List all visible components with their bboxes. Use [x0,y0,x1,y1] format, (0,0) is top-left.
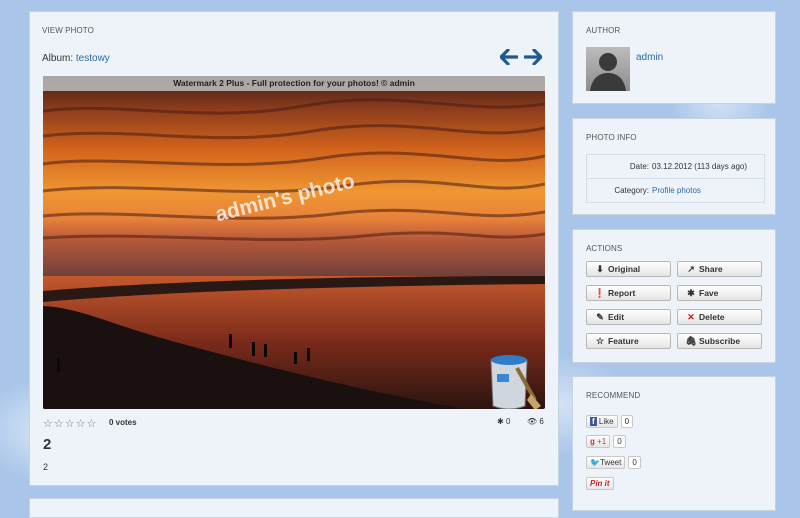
next-photo-arrow-icon[interactable] [523,48,543,66]
feature-label: Feature [608,336,639,346]
author-link[interactable]: admin [636,52,663,63]
share-button[interactable]: ↗ Share [677,261,762,277]
photo-description: 2 [43,462,49,472]
pinterest: Pin it [586,477,614,490]
rating-stars[interactable]: ☆☆☆☆☆ [43,417,97,430]
author-panel: AUTHOR admin [572,11,776,104]
date-row: Date: 03.12.2012 (113 days ago) [587,155,764,179]
edit-label: Edit [608,312,625,322]
twitter-tweet: 🐦Tweet 0 [586,456,641,469]
photo-navigation [497,48,543,67]
feature-button[interactable]: ☆ Feature [586,333,671,349]
subscribe-label: Subscribe [699,336,741,346]
delete-button[interactable]: ✕ Delete [677,309,762,325]
section-title: PHOTO INFO [586,133,637,142]
edit-icon: ✎ [596,312,604,322]
original-button[interactable]: ⬇ Original [586,261,671,277]
share-icon: ↗ [687,264,695,274]
twitter-bird-icon: 🐦 [590,458,600,467]
facebook-icon: f [590,417,597,426]
date-label: Date: [629,162,649,171]
alert-icon: ❗ [594,288,606,298]
section-title: AUTHOR [586,26,621,35]
section-title: ACTIONS [586,244,623,253]
photo-info-panel: PHOTO INFO Date: 03.12.2012 (113 days ago… [572,118,776,215]
avatar[interactable] [586,47,630,91]
pin-it-button[interactable]: Pin it [586,477,614,490]
tweet-label: Tweet [599,458,622,467]
recommend-panel: RECOMMEND f Like 0 g +1 0 🐦Tweet 0 Pin it [572,376,776,511]
view-photo-panel: VIEW PHOTO Album: testowy Watermark 2 Pl… [29,11,559,486]
report-button[interactable]: ❗ Report [586,285,671,301]
fave-button[interactable]: ✱ Fave [677,285,762,301]
views-count: 6 [539,417,544,426]
info-table: Date: 03.12.2012 (113 days ago) Category:… [586,154,765,203]
subscribe-button[interactable]: 🖇 Subscribe [677,333,762,349]
facebook-like-count: 0 [620,415,634,428]
download-icon: ⬇ [596,264,604,274]
album-label: Album: [42,53,74,64]
section-title: RECOMMEND [586,391,641,400]
google-plus-button[interactable]: g +1 [586,435,611,448]
category-label: Category: [614,186,649,195]
photo-title: 2 [43,436,52,453]
user-silhouette-icon [590,53,626,91]
photo-image[interactable]: Watermark 2 Plus - Full protection for y… [43,76,545,409]
asterisk-icon: ✱ [497,417,504,426]
category-row: Category: Profile photos [587,179,764,202]
tweet-button[interactable]: 🐦Tweet [586,456,626,469]
delete-x-icon: ✕ [687,312,695,322]
report-label: Report [608,288,636,298]
actions-panel: ACTIONS ⬇ Original ↗ Share ❗ Report ✱ Fave ✎… [572,229,776,363]
previous-photo-arrow-icon[interactable] [499,48,520,66]
facebook-like-button[interactable]: f Like [586,415,618,428]
google-plus-icon: g [590,437,595,446]
share-label: Share [699,264,723,274]
date-value: 03.12.2012 (113 days ago) [652,162,748,171]
faves-stat: ✱ 0 [497,417,510,426]
facebook-like: f Like 0 [586,415,634,428]
watermark-bar: Watermark 2 Plus - Full protection for y… [43,76,545,91]
section-title: VIEW PHOTO [42,26,94,35]
google-plus: g +1 0 [586,435,626,448]
category-link[interactable]: Profile photos [652,186,701,195]
star-icon: ☆ [595,336,605,346]
asterisk-icon: ✱ [687,288,695,298]
google-plus-label: +1 [597,437,607,446]
original-label: Original [608,264,641,274]
votes-count: 0 votes [109,418,137,427]
fave-label: Fave [699,288,719,298]
album-link[interactable]: testowy [76,53,110,64]
album-line: Album: testowy [42,53,110,64]
paperclip-icon: 🖇 [685,336,697,346]
tweet-count: 0 [628,456,641,469]
eye-icon: 👁 [527,417,538,426]
facebook-like-label: Like [598,417,614,426]
next-panel [29,498,559,518]
edit-button[interactable]: ✎ Edit [586,309,671,325]
faves-count: 0 [505,417,511,426]
google-plus-count: 0 [613,435,626,448]
delete-label: Delete [699,312,725,322]
views-stat: 👁 6 [527,417,544,426]
